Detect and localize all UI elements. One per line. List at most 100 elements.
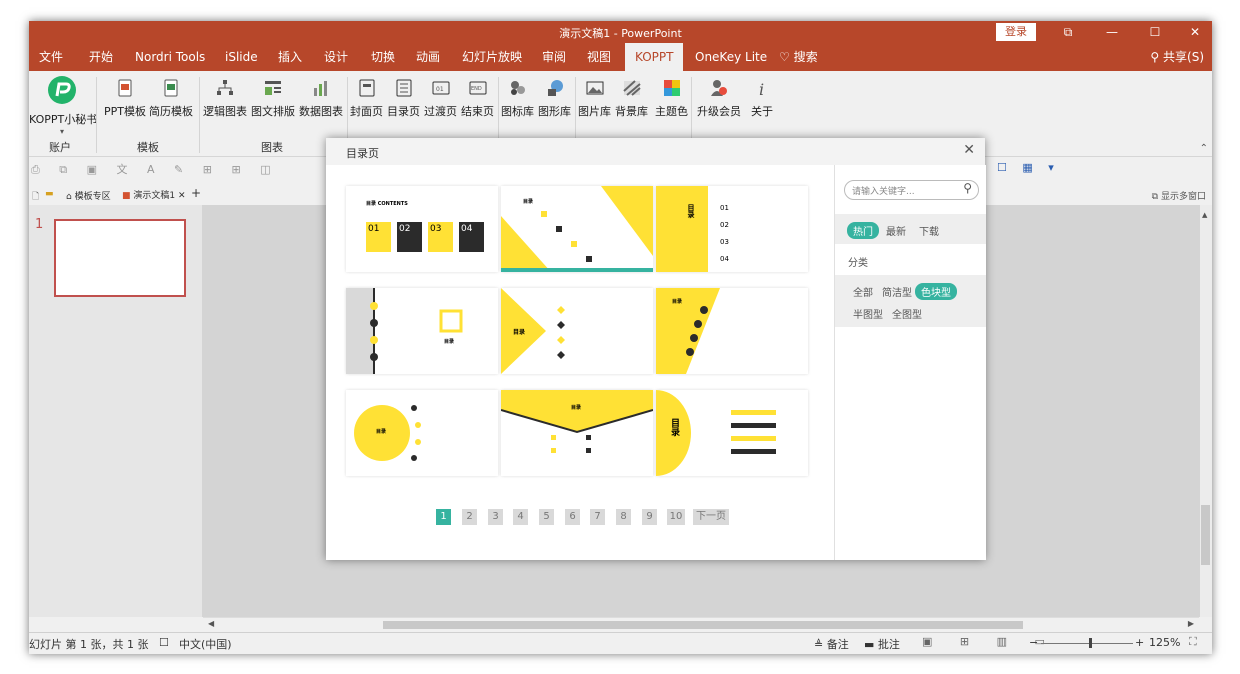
login-button[interactable]: 登录 [996, 23, 1036, 41]
format-icons[interactable]: ⎙ ⧉ ▣ 文 A ✎ ⊞ ⊞ ◫ [31, 161, 279, 177]
tab-file[interactable]: 文件 [39, 43, 63, 71]
dialog-close-icon[interactable]: ✕ [963, 142, 975, 158]
page-button[interactable]: 6 [565, 509, 580, 525]
search-input[interactable]: 请输入关键字... [852, 184, 915, 197]
notes-button[interactable]: ≜ 备注 [814, 636, 849, 652]
template-card[interactable]: 目录 [656, 390, 808, 476]
template-card[interactable]: 目录 [501, 186, 653, 272]
icon-library-button[interactable]: 图标库 [499, 77, 536, 119]
picture-library-button[interactable]: 图片库 [576, 77, 613, 119]
about-button[interactable]: i 关于 [747, 77, 777, 119]
sort-hot[interactable]: 热门 [847, 222, 879, 239]
tab-nordri-tools[interactable]: Nordri Tools [135, 43, 205, 71]
page-button[interactable]: 1 [436, 509, 451, 525]
upgrade-member-button[interactable]: 升级会员 [694, 77, 744, 119]
share-button[interactable]: ⚲ 共享(S) [1150, 43, 1204, 71]
page-button[interactable]: 3 [488, 509, 503, 525]
tab-koppt[interactable]: KOPPT [625, 43, 684, 71]
resume-template-icon [164, 79, 178, 97]
page-button[interactable]: 2 [462, 509, 477, 525]
maximize-icon[interactable]: ☐ [1142, 22, 1168, 42]
category-all[interactable]: 全部 [853, 284, 873, 299]
koppt-assistant-button[interactable]: KOPPT小秘书 ▾ [29, 75, 97, 136]
scroll-thumb[interactable] [1201, 505, 1210, 565]
ppt-template-button[interactable]: PPT模板 [102, 77, 148, 119]
scroll-up-icon[interactable]: ▲ [1202, 211, 1207, 219]
tab-slideshow[interactable]: 幻灯片放映 [462, 43, 522, 71]
template-zone-tab[interactable]: ⌂ 模板专区 [66, 189, 111, 202]
folder-icon[interactable]: ▬ [45, 189, 54, 199]
page-button[interactable]: 8 [616, 509, 631, 525]
sort-downloads[interactable]: 下载 [919, 223, 939, 238]
collapse-ribbon-icon[interactable]: ⌃ [1200, 143, 1208, 154]
template-card[interactable]: 目录 CONTENTS 01 02 03 04 [346, 186, 498, 272]
tab-islide[interactable]: iSlide [225, 43, 258, 71]
zoom-slider[interactable] [1041, 643, 1133, 644]
end-page-button[interactable]: END 结束页 [459, 77, 496, 119]
category-full-image[interactable]: 全图型 [892, 306, 922, 321]
vertical-scrollbar[interactable]: ▲ [1200, 205, 1212, 617]
tell-me-search[interactable]: ♡ 搜索 [779, 43, 818, 71]
page-button[interactable]: 5 [539, 509, 554, 525]
show-multi-window-button[interactable]: ⧉ 显示多窗口 [1152, 189, 1206, 202]
tab-view[interactable]: 视图 [587, 43, 611, 71]
tab-review[interactable]: 审阅 [542, 43, 566, 71]
document-tab[interactable]: ■ 演示文稿1 ✕ [122, 188, 186, 201]
template-card[interactable]: 目录 01 02 03 04 [656, 186, 808, 272]
slide-thumbnail[interactable] [54, 219, 186, 297]
add-tab-icon[interactable]: + [191, 186, 201, 200]
close-icon[interactable]: ✕ [1182, 22, 1208, 42]
page-button[interactable]: 7 [590, 509, 605, 525]
background-library-button[interactable]: 背景库 [613, 77, 650, 119]
tab-insert[interactable]: 插入 [278, 43, 302, 71]
zoom-level[interactable]: 125% [1149, 636, 1180, 649]
zoom-out-button[interactable]: − [1029, 636, 1038, 649]
scroll-right-icon[interactable]: ▶ [1188, 619, 1194, 628]
sort-latest[interactable]: 最新 [886, 223, 906, 238]
horizontal-scrollbar[interactable]: ◀ ▶ [203, 617, 1199, 632]
tab-transitions[interactable]: 切换 [371, 43, 395, 71]
search-box[interactable]: 请输入关键字... ⚲ [844, 180, 979, 200]
next-page-button[interactable]: 下一页 [693, 509, 729, 525]
contents-page-button[interactable]: 目录页 [385, 77, 422, 119]
spellcheck-icon[interactable]: ☐ [159, 636, 169, 649]
template-card[interactable]: 目录 [501, 390, 653, 476]
ppt-file-icon: ■ [122, 191, 131, 201]
template-card[interactable]: 目录 [346, 390, 498, 476]
search-icon[interactable]: ⚲ [963, 181, 972, 195]
fit-to-window-icon[interactable]: ⛶ [1189, 635, 1197, 649]
shape-library-button[interactable]: 图形库 [536, 77, 573, 119]
minimize-icon[interactable]: — [1099, 22, 1125, 42]
grid-icons[interactable]: ☐ ▦ ▾ [997, 161, 1060, 174]
template-number-list: 01 02 03 04 [720, 200, 729, 268]
template-card[interactable]: 目录 [501, 288, 653, 374]
category-half-image[interactable]: 半图型 [853, 306, 883, 321]
template-card[interactable]: 目录 [346, 288, 498, 374]
page-button[interactable]: 4 [513, 509, 528, 525]
logic-chart-button[interactable]: 逻辑图表 [201, 77, 249, 119]
language-indicator[interactable]: 中文(中国) [179, 636, 232, 652]
zoom-slider-thumb[interactable] [1089, 638, 1092, 648]
transition-page-button[interactable]: 01 过渡页 [422, 77, 459, 119]
template-card[interactable]: 目录 [656, 288, 808, 374]
tab-onekey-lite[interactable]: OneKey Lite [695, 43, 767, 71]
resume-template-button[interactable]: 简历模板 [148, 77, 194, 119]
scroll-left-icon[interactable]: ◀ [208, 619, 214, 628]
theme-color-button[interactable]: 主题色 [653, 77, 690, 119]
page-button[interactable]: 10 [667, 509, 685, 525]
tab-animations[interactable]: 动画 [416, 43, 440, 71]
category-color-block[interactable]: 色块型 [915, 283, 957, 300]
comments-button[interactable]: ▬ 批注 [864, 636, 900, 652]
page-button[interactable]: 9 [642, 509, 657, 525]
category-simple[interactable]: 简洁型 [882, 284, 912, 299]
window-restore-icon[interactable]: ⧉ [1055, 22, 1081, 42]
data-chart-button[interactable]: 数据图表 [297, 77, 345, 119]
new-file-icon[interactable]: 🗋 [32, 189, 39, 205]
hscroll-thumb[interactable] [383, 621, 1023, 629]
zoom-in-button[interactable]: + [1135, 636, 1144, 649]
cover-page-button[interactable]: 封面页 [348, 77, 385, 119]
tab-home[interactable]: 开始 [89, 43, 113, 71]
tab-design[interactable]: 设计 [324, 43, 348, 71]
layout-button[interactable]: 图文排版 [249, 77, 297, 119]
close-tab-icon[interactable]: ✕ [178, 191, 186, 201]
